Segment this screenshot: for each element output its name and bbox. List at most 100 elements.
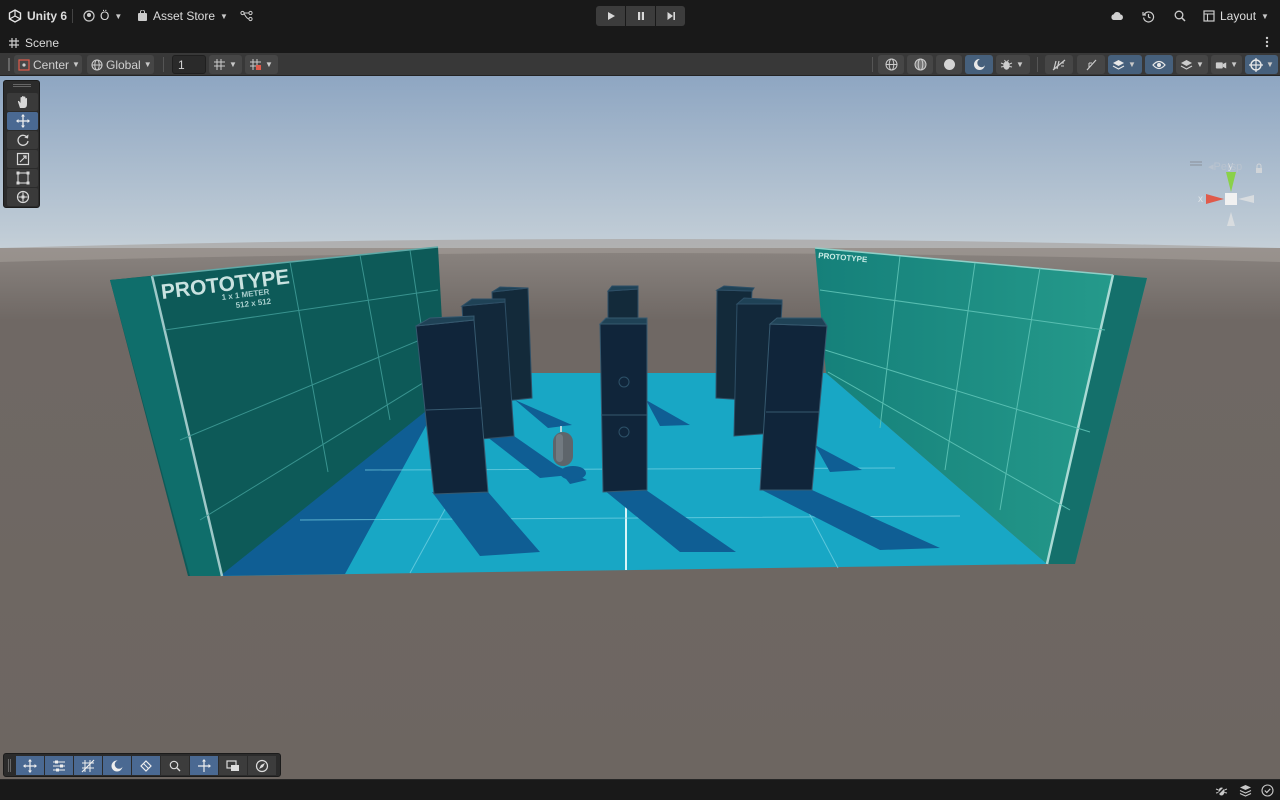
check-circle-icon[interactable]: [1261, 784, 1274, 797]
bug-icon: [1000, 59, 1013, 70]
overlay-move-button[interactable]: [16, 756, 44, 775]
cloud-button[interactable]: [1110, 0, 1124, 32]
debug-bug-icon[interactable]: [1215, 784, 1228, 797]
play-icon: [607, 12, 615, 20]
sliders-icon: [53, 760, 65, 771]
layout-label: Layout: [1220, 9, 1257, 23]
scene-tab-label: Scene: [25, 36, 60, 50]
history-icon: [1142, 10, 1155, 23]
rect-transform-icon: [16, 171, 29, 185]
rect-tool-button[interactable]: [7, 169, 38, 187]
overlay-grid-button[interactable]: [74, 756, 102, 775]
chevron-down-icon: ▼: [143, 60, 152, 69]
scale-tool-button[interactable]: [7, 150, 38, 168]
divider: [72, 9, 73, 23]
increment-snap-icon: [249, 58, 262, 71]
account-dropdown[interactable]: Ö ▼: [83, 0, 122, 32]
gizmo-icon: [1249, 57, 1263, 72]
scene-visibility-toggle[interactable]: [1145, 55, 1173, 74]
overlay-navigation-button[interactable]: [132, 756, 160, 775]
play-button[interactable]: [596, 6, 625, 26]
rotate-tool-button[interactable]: [7, 131, 38, 149]
chevron-down-icon: ▼: [114, 11, 123, 21]
globe-icon: [91, 58, 103, 71]
grid-visibility-icon: [81, 759, 95, 772]
overlay-grip[interactable]: [13, 84, 31, 87]
projection-label: Persp: [1213, 161, 1243, 173]
overlay-settings-button[interactable]: [45, 756, 73, 775]
shaded-button[interactable]: [936, 55, 962, 74]
divider: [872, 57, 873, 72]
chevron-down-icon: ▼: [1261, 11, 1269, 21]
overlay-search-button[interactable]: [161, 756, 189, 775]
tab-scene[interactable]: Scene: [9, 36, 59, 50]
camera-icon: [1215, 61, 1227, 68]
overlay-pivot-button[interactable]: [190, 756, 218, 775]
pivot-center-icon: [18, 58, 30, 71]
pause-button[interactable]: [626, 6, 655, 26]
scene-lighting-toggle[interactable]: [1045, 55, 1073, 74]
handle-rotation-label: Global: [106, 57, 141, 72]
search-icon: [169, 760, 181, 771]
layout-dropdown[interactable]: Layout ▼: [1203, 0, 1269, 32]
draw-mode-dropdown[interactable]: ▼: [996, 55, 1030, 74]
camera-settings-dropdown[interactable]: ▼: [1211, 55, 1242, 74]
layers-icon: [1112, 59, 1125, 70]
move-tool-button[interactable]: [7, 112, 38, 130]
view-tool-button[interactable]: [7, 93, 38, 111]
account-label: Ö: [100, 9, 110, 23]
shaded-wireframe-button[interactable]: [907, 55, 933, 74]
unlit-shading-button[interactable]: [965, 55, 993, 74]
wireframe-shading-button[interactable]: [878, 55, 904, 74]
step-button[interactable]: [656, 6, 685, 26]
overlay-grip[interactable]: [8, 759, 11, 772]
asset-store-label: Asset Store: [153, 9, 216, 23]
increment-snap-toggle[interactable]: ▼: [245, 55, 278, 74]
tools-overlay: [3, 80, 40, 208]
scene-visibility-layers-dropdown[interactable]: ▼: [1108, 55, 1142, 74]
overlay-camera-button[interactable]: [219, 756, 247, 775]
search-button[interactable]: [1174, 0, 1186, 32]
x-axis-cone: [1206, 194, 1224, 204]
progress-stack-icon[interactable]: [1239, 784, 1252, 797]
undo-history-button[interactable]: [1142, 0, 1155, 32]
status-bar: [0, 779, 1280, 800]
handle-rotation-dropdown[interactable]: Global ▼: [87, 55, 154, 74]
unity-menu[interactable]: Unity 6: [8, 0, 67, 32]
gizmos-dropdown[interactable]: ▼: [1245, 55, 1278, 74]
transform-tool-button[interactable]: [7, 188, 38, 206]
play-controls: [596, 6, 685, 26]
grid-snap-toggle[interactable]: ▼: [209, 55, 242, 74]
pivot-mode-label: Center: [33, 57, 70, 72]
chevron-down-icon: ▼: [1128, 60, 1136, 69]
grid-snap-field[interactable]: 1: [172, 55, 206, 74]
chevron-down-icon: ▼: [229, 60, 237, 69]
unity-logo-icon: [8, 9, 22, 23]
shading-moon-icon: [111, 759, 124, 771]
layers-dropdown[interactable]: ▼: [1176, 55, 1208, 74]
chevron-down-icon: ▼: [72, 60, 80, 69]
chevron-down-icon: ▼: [265, 60, 273, 69]
audio-fx-toggle[interactable]: [1077, 55, 1105, 74]
pause-icon: [637, 12, 644, 20]
overlay-compass-button[interactable]: [248, 756, 276, 775]
scene-view-toolbar: Center ▼ Global ▼ 1 ▼ ▼ ▼ ▼ ▼ ▼ ▼: [0, 53, 1280, 76]
lock-icon: [1256, 168, 1262, 173]
layout-icon: [1203, 10, 1215, 22]
fx-off-icon: [1086, 59, 1096, 70]
overlay-shading-button[interactable]: [103, 756, 131, 775]
scene-viewport[interactable]: PROTOTYPE 1 x 1 METER 512 x 512 PROTOTYP…: [0, 76, 1280, 779]
toolbar-grip[interactable]: [8, 58, 10, 71]
chevron-down-icon: ▼: [1196, 60, 1204, 69]
asset-store-dropdown[interactable]: Asset Store ▼: [137, 0, 228, 32]
shaded-sphere-icon: [943, 59, 955, 70]
chevron-down-icon: ▼: [1266, 60, 1274, 69]
overlay-toolbar: [3, 753, 281, 777]
navigation-icon: [140, 759, 152, 772]
projection-toggle[interactable]: ◂Persp: [1208, 160, 1242, 173]
divider: [163, 57, 164, 72]
pivot-mode-dropdown[interactable]: Center ▼: [14, 55, 82, 74]
more-options-icon[interactable]: [1264, 36, 1270, 48]
grid-icon: [9, 38, 19, 48]
version-control-button[interactable]: [240, 0, 253, 32]
